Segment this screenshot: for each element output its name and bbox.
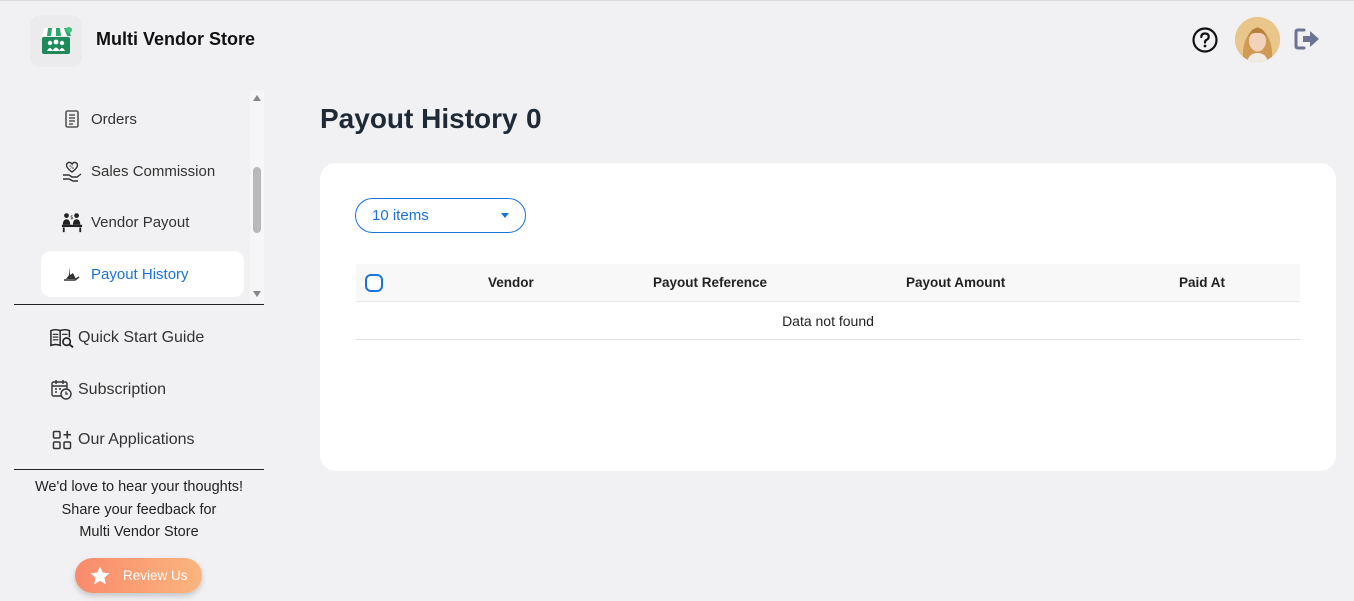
- sidebar-menu: Orders % Sales Commission $ Vendor Payou…: [14, 91, 264, 303]
- column-header-vendor[interactable]: Vendor: [488, 275, 534, 290]
- apps-grid-icon: [50, 428, 74, 452]
- page-size-select[interactable]: 10 items: [355, 198, 526, 233]
- feedback-message: We'd love to hear your thoughts! Share y…: [14, 476, 264, 544]
- calendar-clock-icon: [50, 378, 74, 402]
- payout-history-icon: [61, 263, 83, 285]
- sidebar-item-label: Vendor Payout: [91, 213, 190, 231]
- book-search-icon: [50, 326, 74, 350]
- sidebar-scrollbar[interactable]: [250, 91, 264, 303]
- scrollbar-thumb[interactable]: [253, 167, 261, 233]
- table-header: Vendor Payout Reference Payout Amount Pa…: [356, 264, 1300, 302]
- svg-text:$: $: [70, 215, 74, 221]
- sidebar-item-label: Payout History: [91, 265, 189, 283]
- column-header-paid-at[interactable]: Paid At: [1179, 275, 1225, 290]
- commission-heart-icon: %: [61, 160, 83, 182]
- sidebar-item-subscription[interactable]: Subscription: [50, 375, 166, 405]
- app-logo: [30, 15, 82, 67]
- column-header-payout-reference[interactable]: Payout Reference: [653, 275, 767, 290]
- svg-text:%: %: [69, 165, 74, 171]
- orders-list-icon: [61, 108, 83, 130]
- scroll-down-arrow-icon[interactable]: [253, 291, 261, 297]
- sidebar-item-label: Subscription: [78, 381, 167, 398]
- sidebar-item-payout-history[interactable]: Payout History: [41, 251, 244, 297]
- sidebar-divider: [14, 469, 264, 470]
- star-icon: [90, 565, 110, 584]
- review-us-button[interactable]: Review Us: [75, 558, 202, 593]
- feedback-line: Multi Vendor Store: [79, 524, 199, 540]
- sidebar-item-vendor-payout[interactable]: $ Vendor Payout: [41, 199, 244, 245]
- sidebar-item-label: Sales Commission: [91, 162, 216, 180]
- feedback-line: We'd love to hear your thoughts!: [34, 479, 244, 495]
- feedback-line: Share your feedback for: [61, 501, 217, 518]
- logout-icon[interactable]: [1294, 27, 1322, 51]
- scroll-up-arrow-icon[interactable]: [253, 95, 261, 101]
- page-size-value: 10 items: [372, 207, 429, 224]
- question-circle-icon[interactable]: [1192, 27, 1218, 53]
- user-avatar-icon: [1235, 17, 1280, 62]
- sidebar-item-label: Our Applications: [78, 431, 195, 448]
- review-us-label: Review Us: [123, 568, 188, 583]
- app-title: Multi Vendor Store: [96, 29, 256, 49]
- column-header-payout-amount[interactable]: Payout Amount: [906, 275, 1005, 290]
- sidebar-item-quick-start-guide[interactable]: Quick Start Guide: [50, 323, 204, 353]
- vendor-payout-icon: $: [61, 211, 83, 233]
- storefront-icon: [41, 27, 72, 54]
- select-all-checkbox[interactable]: [365, 274, 383, 292]
- sidebar-item-label: Quick Start Guide: [78, 329, 205, 346]
- sidebar-item-sales-commission[interactable]: % Sales Commission: [41, 148, 244, 194]
- page-title: Payout History: [320, 103, 518, 134]
- sidebar-item-orders[interactable]: Orders: [41, 96, 244, 142]
- payout-count: 0: [526, 103, 542, 134]
- chevron-down-icon: [501, 213, 509, 218]
- sidebar-item-label: Orders: [91, 110, 137, 128]
- payout-history-card: 10 items Vendor Payout Reference Payout …: [320, 163, 1336, 471]
- empty-state-row: Data not found: [356, 302, 1300, 340]
- sidebar-divider: [14, 304, 264, 305]
- avatar[interactable]: [1235, 17, 1280, 62]
- sidebar-item-our-applications[interactable]: Our Applications: [50, 425, 195, 455]
